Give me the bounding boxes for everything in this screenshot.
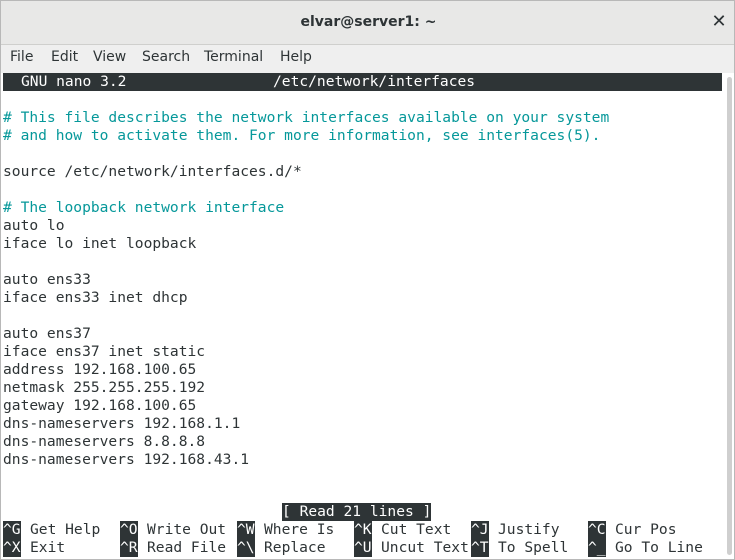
nano-header-bar: GNU nano 3.2 /etc/network/interfaces [3,73,722,91]
file-line: auto lo [3,217,65,234]
shortcut-get-help[interactable]: Get Help [30,521,100,539]
shortcut-justify[interactable]: Justify [498,521,560,539]
menu-terminal[interactable]: Terminal [204,49,263,65]
shortcut-key: ^R [120,539,138,557]
file-line: dns-nameservers 8.8.8.8 [3,433,206,450]
title-bar[interactable]: elvar@server1: ~ ✕ [1,1,734,45]
shortcut-to-spell[interactable]: To Spell [498,539,568,557]
shortcut-go-to-line[interactable]: Go To Line [615,539,703,557]
file-line: auto ens33 [3,271,91,288]
menu-file[interactable]: File [10,49,33,65]
file-line: gateway 192.168.100.65 [3,397,197,414]
menu-search[interactable]: Search [142,49,190,65]
file-line: dns-nameservers 192.168.43.1 [3,451,250,468]
menu-bar: File Edit View Search Terminal Help [1,45,734,73]
shortcut-key: ^O [120,521,138,539]
file-line: auto ens37 [3,325,91,342]
scrollbar-thumb[interactable] [727,77,732,555]
file-line: dns-nameservers 192.168.1.1 [3,415,241,432]
shortcut-key: ^\ [237,539,255,557]
shortcut-key: ^X [3,539,21,557]
nano-filename: /etc/network/interfaces [273,73,476,90]
shortcut-cur-pos[interactable]: Cur Pos [615,521,677,539]
file-line-comment: # This file describes the network interf… [3,109,610,126]
shortcut-key: ^_ [588,539,606,557]
nano-version: GNU nano 3.2 [21,73,127,90]
shortcut-where-is[interactable]: Where Is [264,521,334,539]
shortcut-key: ^G [3,521,21,539]
close-icon[interactable]: ✕ [708,11,730,33]
shortcut-key: ^J [471,521,489,539]
shortcut-write-out[interactable]: Write Out [147,521,226,539]
file-line: source /etc/network/interfaces.d/* [3,163,302,180]
menu-help[interactable]: Help [280,49,312,65]
terminal-area[interactable]: GNU nano 3.2 /etc/network/interfaces # T… [1,73,723,559]
shortcut-cut-text[interactable]: Cut Text [381,521,451,539]
file-line: iface ens33 inet dhcp [3,289,188,306]
menu-view[interactable]: View [93,49,126,65]
shortcut-replace[interactable]: Replace [264,539,326,557]
shortcut-uncut-text[interactable]: Uncut Text [381,539,469,557]
file-line: iface lo inet loopback [3,235,197,252]
shortcut-read-file[interactable]: Read File [147,539,226,557]
file-line-comment: # and how to activate them. For more inf… [3,127,601,144]
shortcut-key: ^T [471,539,489,557]
file-line: netmask 255.255.255.192 [3,379,206,396]
shortcut-exit[interactable]: Exit [30,539,65,557]
file-line: address 192.168.100.65 [3,361,197,378]
terminal-window: elvar@server1: ~ ✕ File Edit View Search… [0,0,735,560]
menu-edit[interactable]: Edit [51,49,78,65]
shortcut-key: ^U [354,539,372,557]
shortcut-key: ^K [354,521,372,539]
window-title: elvar@server1: ~ [300,14,437,30]
status-message: [ Read 21 lines ] [282,503,432,521]
file-line-comment: # The loopback network interface [3,199,285,216]
scrollbar[interactable] [723,73,734,559]
file-line: iface ens37 inet static [3,343,206,360]
shortcut-key: ^C [588,521,606,539]
shortcut-key: ^W [237,521,255,539]
